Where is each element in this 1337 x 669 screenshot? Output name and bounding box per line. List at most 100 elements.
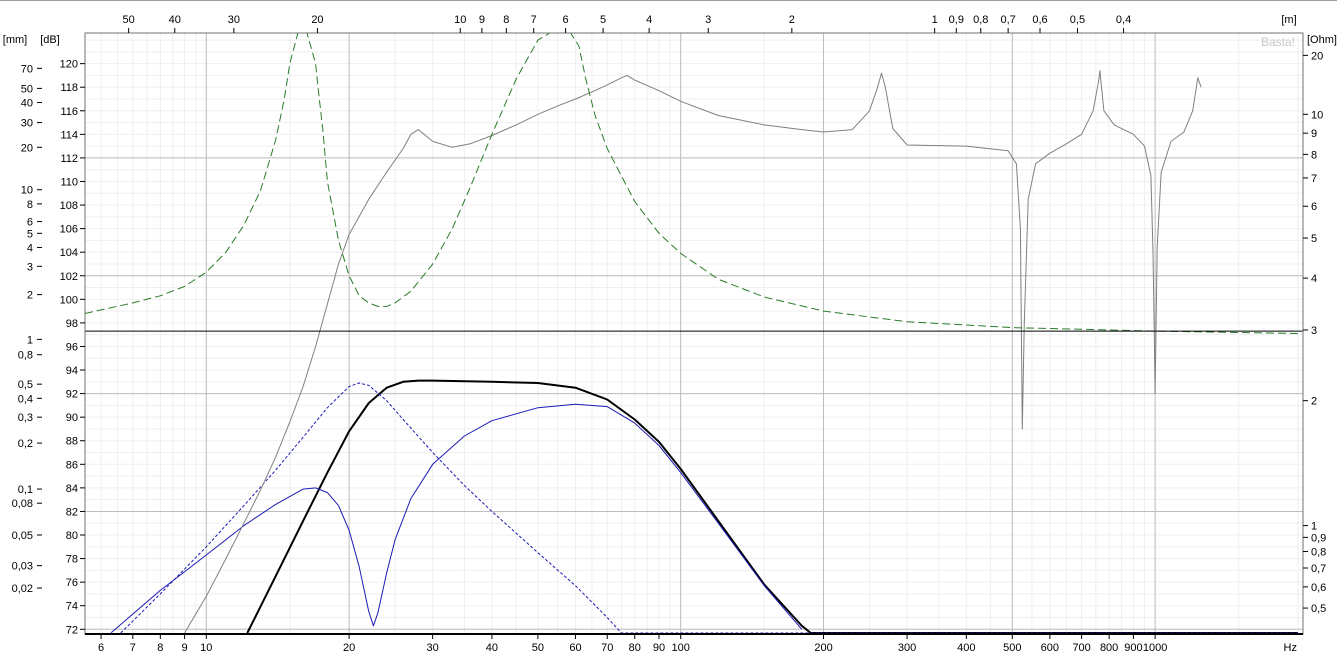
db-axis-tick-label: 94 — [66, 365, 78, 377]
x-tick-label: 30 — [427, 642, 439, 654]
db-axis-tick-label: 106 — [60, 224, 78, 236]
mm-axis-tick-label: 10 — [21, 185, 33, 197]
mm-axis-tick-label: 0,4 — [18, 393, 33, 405]
mm-axis-tick-label: 0,3 — [18, 412, 33, 424]
ohm-axis-tick-label: 9 — [1311, 128, 1317, 140]
mm-axis-tick-label: 0,5 — [18, 379, 33, 391]
mm-axis-tick-label: 20 — [21, 142, 33, 154]
x-tick-label: 9 — [182, 642, 188, 654]
db-axis-tick-label: 74 — [66, 601, 78, 613]
db-axis-tick-label: 82 — [66, 506, 78, 518]
top-axis-tick-label: 8 — [503, 14, 509, 26]
db-axis-tick-label: 118 — [60, 82, 78, 94]
db-axis-tick-label: 78 — [66, 554, 78, 566]
mm-axis-tick-label: 0,02 — [12, 583, 33, 595]
db-axis-tick-label: 110 — [60, 176, 78, 188]
mm-axis-tick-label: 5 — [27, 228, 33, 240]
mm-axis-tick-label: 2 — [27, 290, 33, 302]
ohm-axis-unit-label: [Ohm] — [1307, 34, 1337, 46]
x-tick-label: 700 — [1072, 642, 1090, 654]
top-axis-tick-label: 5 — [600, 14, 606, 26]
top-axis-tick-label: 30 — [228, 14, 240, 26]
mm-axis-tick-label: 50 — [21, 83, 33, 95]
db-axis-tick-label: 96 — [66, 341, 78, 353]
ohm-axis-tick-label: 10 — [1311, 109, 1323, 121]
db-axis-tick-label: 100 — [60, 294, 78, 306]
top-axis-tick-label: 0,8 — [973, 14, 988, 26]
ohm-axis-tick-label: 2 — [1311, 396, 1317, 408]
top-axis-tick-label: 6 — [563, 14, 569, 26]
ohm-axis-tick-label: 0,7 — [1311, 563, 1326, 575]
mm-axis-tick-label: 70 — [21, 63, 33, 75]
top-axis-tick-label: 4 — [646, 14, 652, 26]
x-tick-label: 300 — [898, 642, 916, 654]
top-axis-tick-label: 1 — [932, 14, 938, 26]
x-tick-label: 7 — [130, 642, 136, 654]
ohm-axis-tick-label: 8 — [1311, 149, 1317, 161]
db-axis-tick-label: 90 — [66, 412, 78, 424]
mm-axis-tick-label: 0,08 — [12, 498, 33, 510]
db-axis-tick-label: 92 — [66, 389, 78, 401]
x-tick-label: 90 — [653, 642, 665, 654]
ohm-axis-tick-label: 6 — [1311, 201, 1317, 213]
x-tick-label: 600 — [1041, 642, 1059, 654]
x-tick-label: 100 — [672, 642, 690, 654]
ohm-axis-tick-label: 5 — [1311, 233, 1317, 245]
ohm-axis-tick-label: 0,8 — [1311, 547, 1326, 559]
ohm-axis-tick-label: 1 — [1311, 521, 1317, 533]
x-tick-label: 80 — [629, 642, 641, 654]
mm-axis-tick-label: 40 — [21, 98, 33, 110]
mm-axis-tick-label: 3 — [27, 261, 33, 273]
db-axis-tick-label: 84 — [66, 483, 78, 495]
top-axis-unit-label: [m] — [1281, 14, 1296, 26]
top-axis-tick-label: 0,6 — [1032, 14, 1047, 26]
x-tick-label: 8 — [157, 642, 163, 654]
mm-axis-tick-label: 0,8 — [18, 350, 33, 362]
mm-axis-unit-label: [mm] — [3, 34, 27, 46]
mm-axis-tick-label: 0,1 — [18, 484, 33, 496]
db-axis-tick-label: 98 — [66, 318, 78, 330]
top-axis-tick-label: 9 — [479, 14, 485, 26]
x-axis-unit-label: Hz — [1284, 642, 1297, 654]
db-axis-tick-label: 116 — [60, 106, 78, 118]
ohm-axis-tick-label: 0,9 — [1311, 532, 1326, 544]
ohm-axis-tick-label: 3 — [1311, 325, 1317, 337]
x-tick-label: 60 — [569, 642, 581, 654]
top-axis-tick-label: 0,4 — [1116, 14, 1131, 26]
mm-axis-tick-label: 1 — [27, 334, 33, 346]
db-axis-tick-label: 104 — [60, 247, 78, 259]
x-tick-label: 40 — [486, 642, 498, 654]
db-axis-tick-label: 88 — [66, 436, 78, 448]
frequency-response-chart: 6 7 8 9 10 20 30 40 50 60 70 80 90 100 200 300 400 500 600… — [0, 0, 1337, 669]
x-tick-label: 70 — [601, 642, 613, 654]
x-tick-label: 500 — [1003, 642, 1021, 654]
db-axis-tick-label: 102 — [60, 271, 78, 283]
top-axis-tick-label: 20 — [311, 14, 323, 26]
db-axis-tick-label: 108 — [60, 200, 78, 212]
mm-axis-tick-label: 4 — [27, 242, 33, 254]
db-axis-tick-label: 112 — [60, 153, 78, 165]
x-tick-label: 20 — [343, 642, 355, 654]
mm-axis-tick-label: 8 — [27, 199, 33, 211]
db-axis-unit-label: [dB] — [40, 34, 60, 46]
x-tick-label: 6 — [98, 642, 104, 654]
top-axis-tick-label: 40 — [169, 14, 181, 26]
x-tick-label: 10 — [200, 642, 212, 654]
x-tick-label: 800 — [1100, 642, 1118, 654]
top-axis-tick-label: 7 — [531, 14, 537, 26]
ohm-axis-tick-label: 20 — [1311, 50, 1323, 62]
x-tick-label: 1000 — [1143, 642, 1167, 654]
db-axis-tick-label: 80 — [66, 530, 78, 542]
x-tick-label: 900 — [1124, 642, 1142, 654]
top-axis-tick-label: 2 — [789, 14, 795, 26]
mm-axis-tick-label: 0,2 — [18, 438, 33, 450]
top-axis-tick-label: 0,5 — [1070, 14, 1085, 26]
mm-axis-tick-label: 0,03 — [12, 561, 33, 573]
db-axis-tick-label: 120 — [60, 59, 78, 71]
watermark-label: Basta! — [1261, 35, 1295, 49]
x-tick-label: 50 — [532, 642, 544, 654]
ohm-axis-tick-label: 0,5 — [1311, 603, 1326, 615]
db-axis-tick-label: 114 — [60, 129, 78, 141]
top-axis-tick-label: 10 — [454, 14, 466, 26]
mm-axis-tick-label: 0,05 — [12, 530, 33, 542]
